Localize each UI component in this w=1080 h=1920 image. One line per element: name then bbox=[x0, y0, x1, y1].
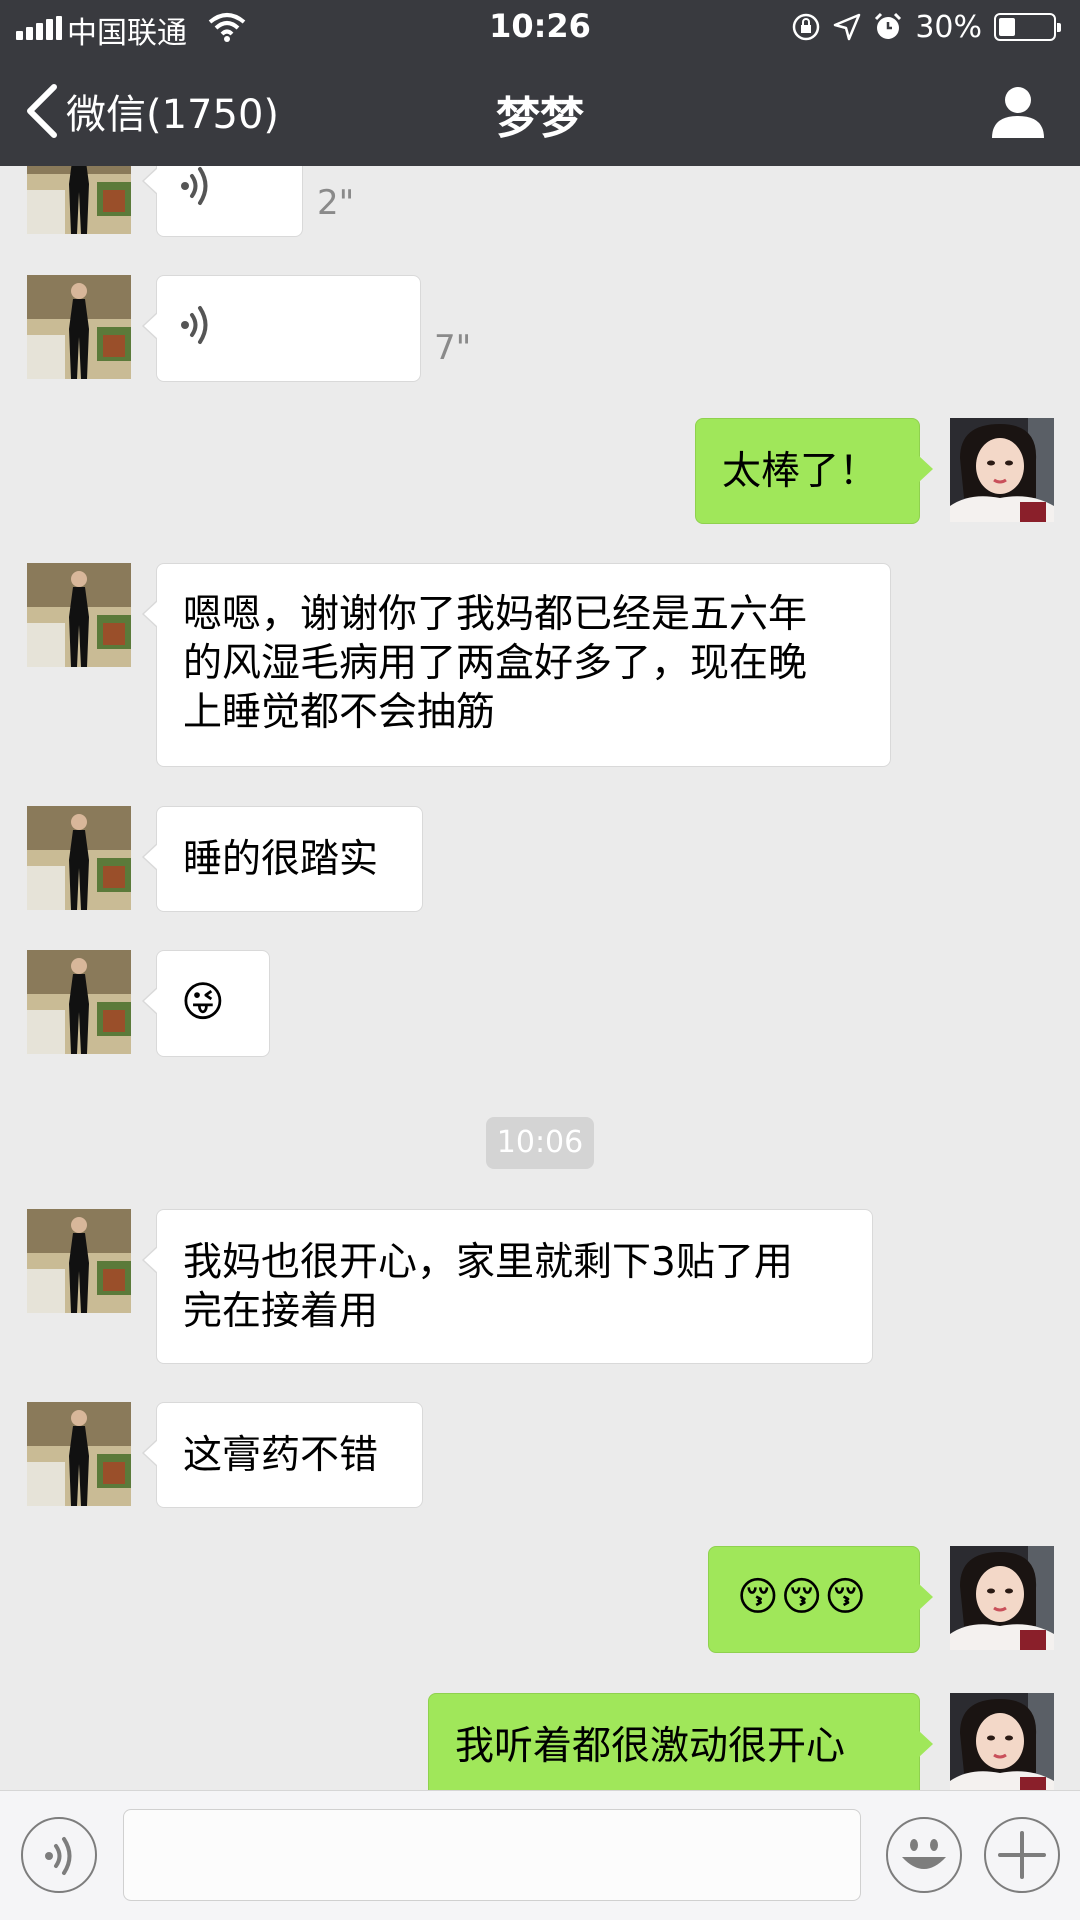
text-bubble[interactable]: 这膏药不错 bbox=[142, 1402, 423, 1508]
orientation-lock-icon bbox=[793, 13, 820, 41]
status-bar: 中国联通 10:26 30% bbox=[0, 0, 1080, 56]
contact-avatar[interactable] bbox=[27, 275, 131, 379]
text-line: 的风湿毛病用了两盒好多了，现在晚 bbox=[183, 641, 808, 686]
my-avatar[interactable] bbox=[950, 418, 1054, 522]
text-line: 上睡觉都不会抽筋 bbox=[183, 690, 496, 735]
plus-button[interactable] bbox=[984, 1817, 1060, 1893]
voice-duration: 7" bbox=[434, 328, 472, 368]
contact-avatar[interactable] bbox=[27, 806, 131, 910]
text-line: 我妈也很开心，家里就剩下3贴了用 bbox=[183, 1240, 793, 1285]
person-icon[interactable] bbox=[990, 84, 1046, 140]
emoji-face-icon bbox=[902, 1839, 946, 1869]
emoji-button[interactable] bbox=[886, 1817, 962, 1893]
voice-wave-icon bbox=[179, 163, 213, 209]
voice-toggle-button[interactable] bbox=[21, 1817, 97, 1893]
contact-avatar[interactable] bbox=[27, 1402, 131, 1506]
emoji-bubble[interactable]: 😜 bbox=[142, 950, 270, 1057]
navigation-bar: 微信(1750) 梦梦 bbox=[0, 56, 1080, 166]
message-input-bar bbox=[0, 1790, 1080, 1920]
top-bar: 中国联通 10:26 30% 微信(1750) 梦梦 bbox=[0, 0, 1080, 166]
text-bubble[interactable]: 我听着都很激动很开心 bbox=[428, 1693, 933, 1799]
voice-toggle-icon bbox=[45, 1837, 72, 1875]
text-line: 嗯嗯，谢谢你了我妈都已经是五六年 bbox=[183, 592, 808, 637]
page-title: 梦梦 bbox=[496, 93, 584, 144]
voice-duration: 2" bbox=[317, 183, 355, 223]
text-bubble[interactable]: 睡的很踏实 bbox=[142, 806, 423, 912]
voice-bubble[interactable] bbox=[142, 275, 421, 382]
alarm-icon bbox=[875, 12, 902, 39]
text-bubble[interactable]: 太棒了！ bbox=[695, 418, 933, 524]
contact-avatar[interactable] bbox=[27, 563, 131, 667]
my-avatar[interactable] bbox=[950, 1546, 1054, 1650]
message-input[interactable] bbox=[123, 1809, 861, 1901]
emoji-bubble[interactable]: 😚😚😚 bbox=[708, 1546, 933, 1653]
plus-icon bbox=[998, 1831, 1046, 1879]
text-bubble[interactable]: 我妈也很开心，家里就剩下3贴了用 完在接着用 bbox=[142, 1209, 873, 1364]
contact-avatar[interactable] bbox=[27, 950, 131, 1054]
text-bubble[interactable]: 嗯嗯，谢谢你了我妈都已经是五六年 的风湿毛病用了两盒好多了，现在晚 上睡觉都不会… bbox=[142, 563, 891, 767]
status-icons: 30% bbox=[791, 8, 1061, 46]
battery-percent: 30% bbox=[915, 9, 982, 45]
voice-wave-icon bbox=[179, 302, 213, 348]
my-avatar[interactable] bbox=[950, 1693, 1054, 1797]
battery-icon bbox=[994, 13, 1061, 41]
text-line: 完在接着用 bbox=[183, 1289, 379, 1334]
chat-timestamp: 10:06 bbox=[486, 1117, 594, 1169]
location-icon bbox=[834, 13, 861, 41]
chat-screen: 中国联通 10:26 30% 微信(1750) 梦梦 2" 7" 太棒了！ 嗯嗯… bbox=[0, 0, 1080, 1920]
contact-avatar[interactable] bbox=[27, 1209, 131, 1313]
